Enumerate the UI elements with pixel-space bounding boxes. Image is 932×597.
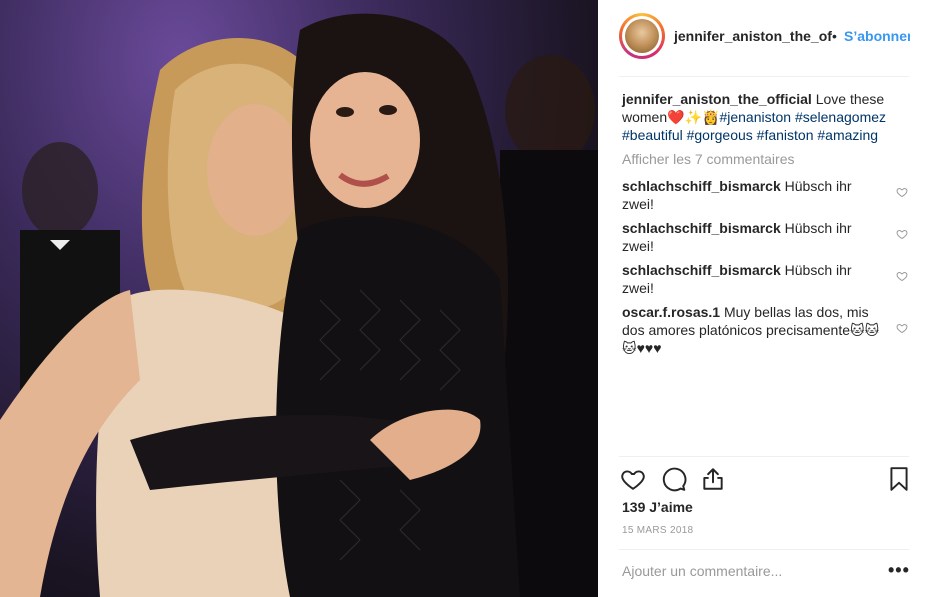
hashtag-link[interactable]: #gorgeous <box>687 127 753 143</box>
comment-like-heart-icon[interactable] <box>896 270 908 282</box>
avatar-image <box>625 19 659 53</box>
likes-count[interactable]: 139 J’aime <box>622 499 693 515</box>
caption-block: jennifer_aniston_the_official Love these… <box>622 90 912 144</box>
post-date[interactable]: 15 MARS 2018 <box>622 525 693 536</box>
avatar[interactable] <box>619 13 665 59</box>
comment-item: schlachschiff_bismarck Hübsch ihr zwei! <box>622 261 884 297</box>
caption-username[interactable]: jennifer_aniston_the_official <box>622 91 812 107</box>
hashtag-link[interactable]: #faniston <box>757 127 814 143</box>
post-photo[interactable] <box>0 0 598 597</box>
follow-button[interactable]: S’abonner <box>844 28 910 44</box>
hashtag-link[interactable]: #amazing <box>817 127 878 143</box>
more-options-icon[interactable]: ••• <box>888 560 910 581</box>
action-bar <box>598 456 932 502</box>
photo-illustration <box>0 13 598 597</box>
comment-item: oscar.f.rosas.1 Muy bellas las dos, mis … <box>622 303 884 357</box>
comment-username[interactable]: schlachschiff_bismarck <box>622 178 781 194</box>
post-header: jennifer_aniston_the_of • S’abonner <box>598 0 932 76</box>
comment-like-heart-icon[interactable] <box>896 186 908 198</box>
add-comment-input[interactable]: Ajouter un commentaire... <box>622 563 782 579</box>
post-sidebar: jennifer_aniston_the_of • S’abonner jenn… <box>598 0 932 597</box>
hashtag-link[interactable]: #selenagomez <box>795 109 886 125</box>
caption-emojis: ❤️✨👸 <box>667 109 720 125</box>
comment-item: schlachschiff_bismarck Hübsch ihr zwei! <box>622 219 884 255</box>
caption: jennifer_aniston_the_official Love these… <box>622 90 912 144</box>
share-icon[interactable] <box>700 466 726 492</box>
avatar-frame <box>622 16 662 56</box>
header-username[interactable]: jennifer_aniston_the_of <box>674 28 832 44</box>
hashtag-link[interactable]: #beautiful <box>622 127 683 143</box>
comment-like-heart-icon[interactable] <box>896 228 908 240</box>
hashtag-link[interactable]: #jenaniston <box>719 109 791 125</box>
comment-username[interactable]: oscar.f.rosas.1 <box>622 304 720 320</box>
show-all-comments-link[interactable]: Afficher les 7 commentaires <box>622 151 794 167</box>
heart-icon[interactable] <box>620 466 646 492</box>
comment-input-divider <box>619 549 909 550</box>
comment-icon[interactable] <box>661 466 687 492</box>
header-separator: • <box>832 28 837 44</box>
comment-username[interactable]: schlachschiff_bismarck <box>622 262 781 278</box>
comment-item: schlachschiff_bismarck Hübsch ihr zwei! <box>622 177 884 213</box>
comment-username[interactable]: schlachschiff_bismarck <box>622 220 781 236</box>
bookmark-icon[interactable] <box>886 466 912 492</box>
comment-like-heart-icon[interactable] <box>896 322 908 334</box>
header-divider <box>619 76 909 77</box>
